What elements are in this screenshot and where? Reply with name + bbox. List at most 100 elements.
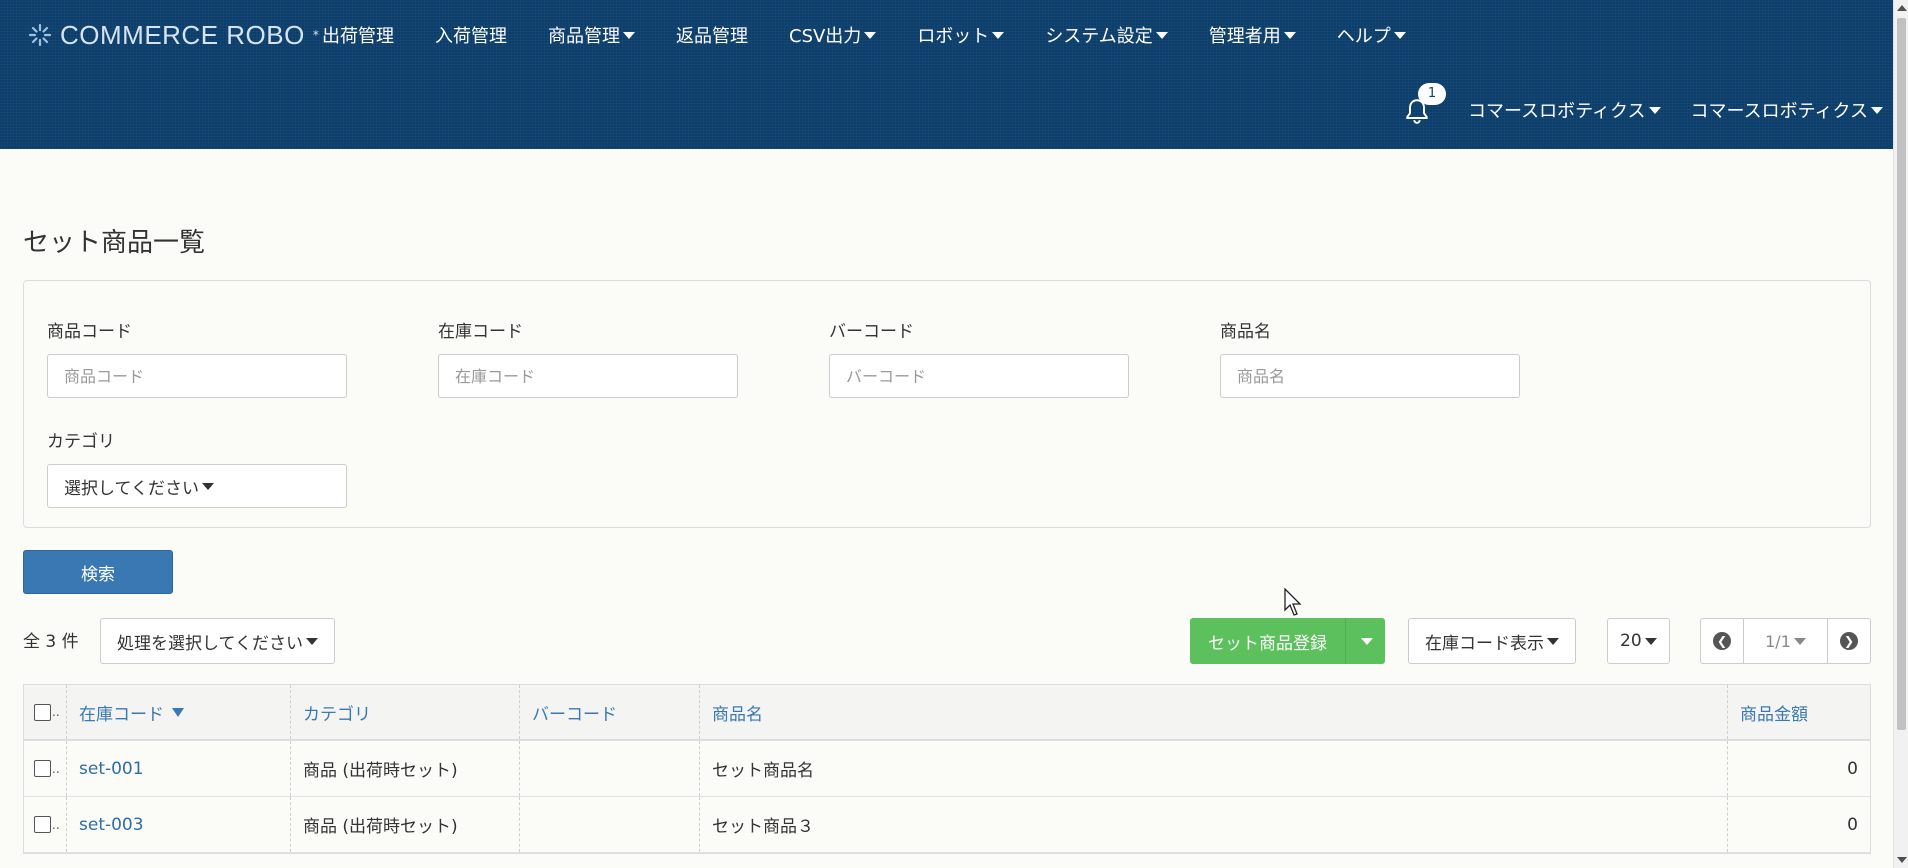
sort-desc-icon: [172, 707, 184, 717]
nav-right: 1 コマースロボティクス コマースロボティクス: [1404, 83, 1893, 128]
search-panel: 商品コード 在庫コード バーコード 商品名 カテゴリ 選択してください: [23, 280, 1871, 528]
chevron-down-icon: [864, 31, 877, 39]
menu-products-label: 商品管理: [548, 26, 620, 47]
column-header-category-label: カテゴリ: [303, 704, 371, 725]
cell-category: 商品 (出荷時セット): [291, 741, 520, 796]
menu-system-settings[interactable]: システム設定: [1045, 22, 1168, 48]
barcode-input[interactable]: [829, 354, 1129, 398]
column-header-price[interactable]: 商品金額: [1728, 685, 1870, 739]
chevron-down-icon: [1648, 106, 1661, 114]
company-menu-label: コマースロボティクス: [1468, 101, 1646, 122]
product-name-field: 商品名: [1220, 317, 1520, 398]
chevron-down-icon: [305, 637, 318, 645]
category-select[interactable]: 選択してください: [47, 464, 347, 508]
per-page-select[interactable]: 20: [1607, 618, 1670, 664]
menu-csv-export[interactable]: CSV出力: [789, 22, 877, 48]
register-set-product-group: セット商品登録: [1190, 618, 1385, 664]
column-header-barcode[interactable]: バーコード: [520, 685, 700, 739]
cell-barcode: [520, 797, 700, 852]
stock-code-input[interactable]: [438, 354, 738, 398]
menu-shipping-label: 出荷管理: [322, 26, 394, 47]
stock-code-link[interactable]: set-001: [79, 759, 144, 779]
search-button[interactable]: 検索: [23, 550, 173, 594]
cell-product-name: セット商品３: [700, 797, 1728, 852]
menu-help-label: ヘルプ: [1336, 26, 1391, 47]
set-products-table: .. 在庫コード カテゴリ バーコード 商品名 商品金額 .. set-001 …: [23, 684, 1871, 854]
row-checkbox[interactable]: [34, 760, 51, 777]
main-menu: 出荷管理 入荷管理 商品管理 返品管理 CSV出力 ロボット システム設定 管理…: [322, 18, 1447, 52]
menu-receiving[interactable]: 入荷管理: [435, 22, 507, 48]
column-header-barcode-label: バーコード: [532, 704, 617, 725]
bulk-action-select[interactable]: 処理を選択してください: [100, 618, 335, 664]
scroll-up-arrow-icon[interactable]: [1897, 5, 1907, 11]
column-header-stock-code[interactable]: 在庫コード: [67, 685, 291, 739]
column-header-price-label: 商品金額: [1740, 704, 1808, 725]
category-label: カテゴリ: [47, 432, 115, 452]
column-header-stock-code-label: 在庫コード: [79, 704, 164, 725]
chevron-down-icon: [1644, 637, 1657, 645]
menu-products[interactable]: 商品管理: [548, 22, 635, 48]
table-header: .. 在庫コード カテゴリ バーコード 商品名 商品金額: [24, 685, 1870, 741]
brand-logo-link[interactable]: COMMERCE ROBO *: [28, 18, 319, 52]
prev-page-button[interactable]: ❮: [1701, 619, 1743, 663]
select-all-cell: ..: [24, 685, 67, 739]
chevron-down-icon: [1283, 31, 1296, 39]
page-select[interactable]: 1/1: [1743, 619, 1828, 663]
register-set-product-button[interactable]: セット商品登録: [1190, 618, 1345, 664]
product-name-label: 商品名: [1220, 322, 1271, 342]
row-checkbox[interactable]: [34, 816, 51, 833]
pagination: ❮ 1/1 ❯: [1700, 618, 1871, 664]
bulk-action-label: 処理を選択してください: [117, 633, 303, 654]
stock-code-link[interactable]: set-003: [79, 815, 144, 835]
menu-robot[interactable]: ロボット: [917, 22, 1005, 48]
table-row: .. set-001 商品 (出荷時セット) セット商品名 0: [24, 741, 1870, 797]
chevron-down-icon: [1793, 637, 1806, 645]
mouse-pointer-icon: [1284, 588, 1302, 616]
user-menu-label: コマースロボティクス: [1690, 101, 1868, 122]
brand-name: COMMERCE ROBO: [60, 19, 305, 50]
menu-admin[interactable]: 管理者用: [1209, 22, 1296, 48]
chevron-down-icon: [1547, 637, 1559, 645]
product-code-input[interactable]: [47, 354, 347, 398]
chevron-down-icon: [1393, 31, 1406, 39]
notifications-button[interactable]: 1: [1404, 83, 1447, 125]
notification-badge: 1: [1418, 83, 1447, 105]
vertical-scrollbar[interactable]: [1893, 0, 1908, 868]
row-select-cell: ..: [24, 797, 67, 852]
cell-category: 商品 (出荷時セット): [291, 797, 520, 852]
chevron-right-icon: ❯: [1840, 632, 1858, 650]
chevron-down-icon: [623, 31, 635, 39]
display-toggle-label: 在庫コード表示: [1425, 633, 1544, 654]
stock-code-label: 在庫コード: [438, 322, 523, 342]
menu-shipping[interactable]: 出荷管理: [322, 22, 394, 48]
cell-price: 0: [1847, 814, 1858, 835]
user-menu[interactable]: コマースロボティクス: [1691, 97, 1883, 123]
menu-help[interactable]: ヘルプ: [1337, 22, 1406, 48]
menu-csv-export-label: CSV出力: [789, 26, 862, 47]
menu-returns[interactable]: 返品管理: [676, 22, 748, 48]
cell-stock-code: set-003: [67, 797, 291, 852]
scroll-down-arrow-icon[interactable]: [1897, 857, 1907, 863]
chevron-down-icon: [1155, 31, 1168, 39]
product-name-input[interactable]: [1220, 354, 1520, 398]
barcode-label: バーコード: [829, 322, 914, 342]
scrollbar-thumb[interactable]: [1897, 18, 1906, 730]
menu-receiving-label: 入荷管理: [435, 26, 507, 47]
column-header-product-name[interactable]: 商品名: [700, 685, 1728, 739]
brand-burst-icon: [28, 23, 52, 47]
chevron-left-icon: ❮: [1713, 632, 1731, 650]
row-select-cell: ..: [24, 741, 67, 796]
brand-mark: *: [312, 28, 319, 42]
page-indicator: 1/1: [1765, 631, 1791, 651]
column-header-category[interactable]: カテゴリ: [291, 685, 520, 739]
category-select-value: 選択してください: [64, 478, 199, 499]
company-menu[interactable]: コマースロボティクス: [1468, 97, 1661, 123]
cell-barcode: [520, 741, 700, 796]
cell-price: 0: [1847, 758, 1858, 779]
menu-robot-label: ロボット: [917, 26, 990, 47]
column-header-product-name-label: 商品名: [712, 704, 763, 725]
display-toggle-select[interactable]: 在庫コード表示: [1408, 618, 1576, 664]
next-page-button[interactable]: ❯: [1828, 619, 1870, 663]
select-all-checkbox[interactable]: [34, 703, 51, 721]
register-options-toggle[interactable]: [1345, 618, 1385, 664]
